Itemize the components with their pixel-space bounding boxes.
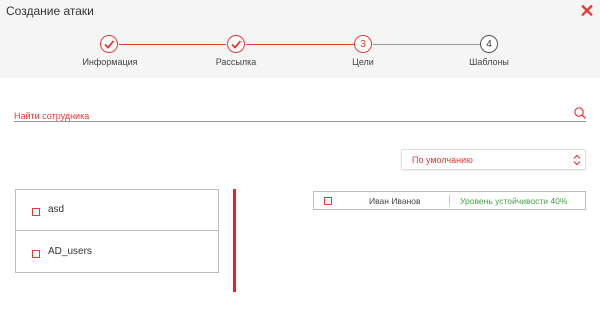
step-1-label: Информация	[82, 57, 138, 67]
employee-name: Иван Иванов	[369, 196, 421, 206]
resilience-status: Уровень устойчивости 40%	[460, 196, 568, 206]
step-2-check-icon[interactable]	[227, 35, 245, 53]
column-divider	[449, 195, 450, 206]
table-row[interactable]: Иван Иванов Уровень устойчивости 40%	[313, 191, 586, 210]
group-checkbox[interactable]	[32, 208, 40, 216]
panel-divider	[233, 189, 236, 292]
employee-search	[14, 106, 587, 123]
step-3-label: Цели	[352, 57, 374, 67]
dialog-header: Создание атаки ✕	[0, 0, 600, 24]
close-icon[interactable]: ✕	[578, 1, 596, 21]
dialog-title: Создание атаки	[6, 4, 94, 18]
groups-list: asd AD_users	[15, 189, 219, 273]
step-3-circle[interactable]: 3	[354, 35, 372, 53]
search-icon[interactable]	[573, 106, 587, 120]
wizard-stepper: Информация Рассылка 3 Цели 4 Шаблоны	[0, 24, 600, 78]
search-input[interactable]	[14, 109, 564, 123]
step-4-circle[interactable]: 4	[480, 35, 498, 53]
group-checkbox[interactable]	[32, 250, 40, 258]
employee-checkbox[interactable]	[324, 197, 332, 205]
step-connector	[119, 44, 226, 45]
list-item[interactable]: AD_users	[16, 232, 218, 273]
step-connector	[246, 44, 354, 45]
list-item[interactable]: asd	[16, 190, 218, 231]
sort-selected-value: По умолчанию	[412, 155, 473, 165]
step-4-label: Шаблоны	[469, 57, 509, 67]
group-label: AD_users	[48, 246, 92, 257]
step-1-check-icon[interactable]	[100, 35, 118, 53]
chevron-updown-icon	[573, 154, 581, 166]
group-label: asd	[48, 204, 65, 215]
step-connector	[373, 44, 480, 45]
sort-select[interactable]: По умолчанию	[401, 149, 586, 170]
step-2-label: Рассылка	[215, 57, 257, 67]
